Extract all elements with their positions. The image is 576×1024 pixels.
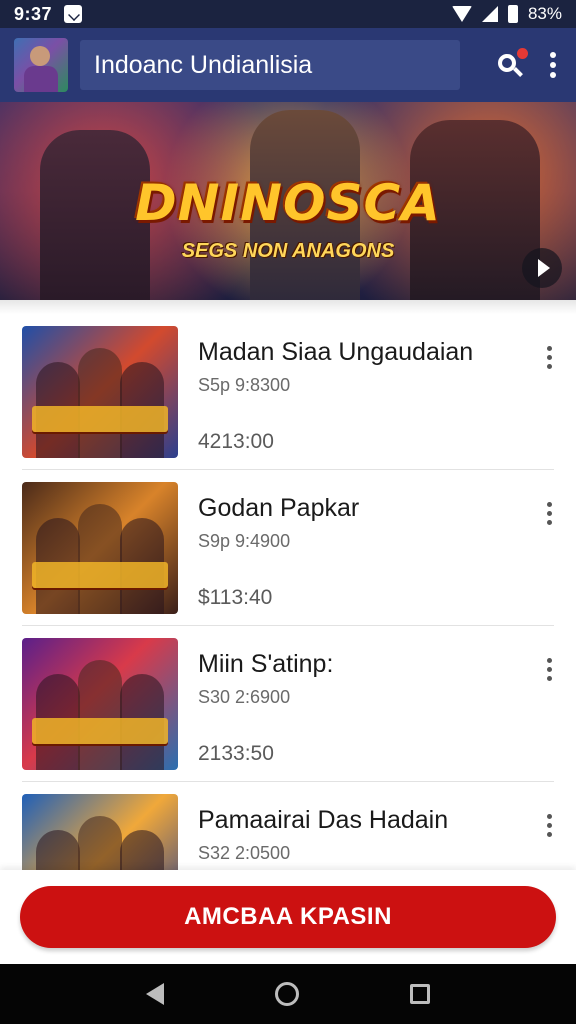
game-title: Pamaairai Das Hadain <box>198 806 449 834</box>
game-price: $113:40 <box>198 586 273 609</box>
home-icon[interactable] <box>274 982 299 1006</box>
system-nav-bar <box>0 964 576 1024</box>
recent-apps-icon[interactable] <box>410 984 431 1004</box>
game-meta: S9p 9:4900 <box>198 531 291 551</box>
menu-dot <box>547 814 552 819</box>
item-menu-icon[interactable] <box>547 814 552 837</box>
status-time: 9:37 <box>14 3 53 24</box>
menu-dot <box>547 364 552 369</box>
game-list-item[interactable]: Miin S'atinp: S30 2:6900 2133:50 <box>0 626 576 782</box>
app-title-text: Indoanc Undianlisia <box>94 50 313 79</box>
app-title[interactable]: Indoanc Undianlisia <box>80 40 460 90</box>
menu-dot <box>547 520 552 525</box>
thumbnail-character <box>36 830 80 870</box>
hero-next-button[interactable] <box>522 248 562 288</box>
item-menu-icon[interactable] <box>547 658 552 681</box>
thumbnail-character <box>78 816 122 870</box>
wifi-icon <box>451 6 472 22</box>
thumbnail-logo <box>32 406 168 432</box>
search-handle <box>513 67 523 77</box>
search-icon[interactable] <box>496 48 528 80</box>
menu-dot <box>547 832 552 837</box>
app-bar: Indoanc Undianlisia <box>0 28 576 102</box>
notification-icon <box>64 5 83 23</box>
thumbnail-character <box>120 830 164 870</box>
game-info: Madan Siaa Ungaudaian S5p 9:8300 4213:00 <box>198 326 554 454</box>
hero-subtitle: SEGS NON ANAGONS <box>181 240 395 262</box>
game-list: Madan Siaa Ungaudaian S5p 9:8300 4213:00… <box>0 314 576 870</box>
cta-label: AMCBAA KPASIN <box>184 903 392 930</box>
hero-banner[interactable]: DNINOSCA SEGS NON ANAGONS <box>0 102 576 300</box>
game-info: Pamaairai Das Hadain S32 2:0500 <box>198 794 554 870</box>
menu-dot <box>547 355 552 360</box>
game-thumbnail <box>22 638 178 770</box>
menu-dot <box>547 823 552 828</box>
game-meta: S32 2:0500 <box>198 843 291 863</box>
item-menu-icon[interactable] <box>547 346 552 369</box>
game-list-item[interactable]: Godan Papkar S9p 9:4900 $113:40 <box>0 470 576 626</box>
battery-icon <box>507 5 518 23</box>
back-icon[interactable] <box>145 983 164 1005</box>
menu-dot <box>550 62 556 68</box>
game-info: Godan Papkar S9p 9:4900 $113:40 <box>198 482 554 610</box>
status-bar: 9:37 83% <box>0 0 576 28</box>
menu-dot <box>547 658 552 663</box>
game-price: 2133:50 <box>198 742 274 765</box>
primary-cta-button[interactable]: AMCBAA KPASIN <box>20 886 556 948</box>
menu-dot <box>550 72 556 78</box>
game-thumbnail <box>22 482 178 614</box>
thumbnail-character <box>78 660 122 770</box>
game-thumbnail <box>22 326 178 458</box>
menu-dot <box>547 502 552 507</box>
game-info: Miin S'atinp: S30 2:6900 2133:50 <box>198 638 554 766</box>
menu-dot <box>550 52 556 58</box>
hero-title: DNINOSCA <box>135 174 441 232</box>
overflow-menu-icon[interactable] <box>550 52 556 78</box>
game-meta: S30 2:6900 <box>198 687 291 707</box>
menu-dot <box>547 346 552 351</box>
game-meta: S5p 9:8300 <box>198 375 291 395</box>
play-arrow-icon <box>538 259 550 277</box>
status-indicators: 83% <box>451 4 562 24</box>
game-title: Godan Papkar <box>198 494 360 522</box>
app-screen: 9:37 83% Indoanc Undianlisia DNINOSCA SE… <box>0 0 576 1024</box>
game-price: 4213:00 <box>198 430 274 453</box>
cta-area: AMCBAA KPASIN <box>0 870 576 964</box>
thumbnail-character <box>78 348 122 458</box>
menu-dot <box>547 676 552 681</box>
game-list-item[interactable]: Pamaairai Das Hadain S32 2:0500 <box>0 782 576 870</box>
thumbnail-logo <box>32 718 168 744</box>
notification-dot <box>517 48 528 59</box>
section-divider <box>0 300 576 314</box>
game-title: Miin S'atinp: <box>198 650 334 678</box>
game-list-item[interactable]: Madan Siaa Ungaudaian S5p 9:8300 4213:00 <box>0 314 576 470</box>
thumbnail-character <box>78 504 122 614</box>
game-title: Madan Siaa Ungaudaian <box>198 338 474 366</box>
menu-dot <box>547 667 552 672</box>
menu-dot <box>547 511 552 516</box>
battery-level: 83% <box>527 4 562 23</box>
game-thumbnail <box>22 794 178 870</box>
app-avatar[interactable] <box>14 38 68 92</box>
item-menu-icon[interactable] <box>547 502 552 525</box>
signal-icon <box>481 6 498 22</box>
thumbnail-logo <box>32 562 168 588</box>
app-bar-actions <box>496 48 556 80</box>
